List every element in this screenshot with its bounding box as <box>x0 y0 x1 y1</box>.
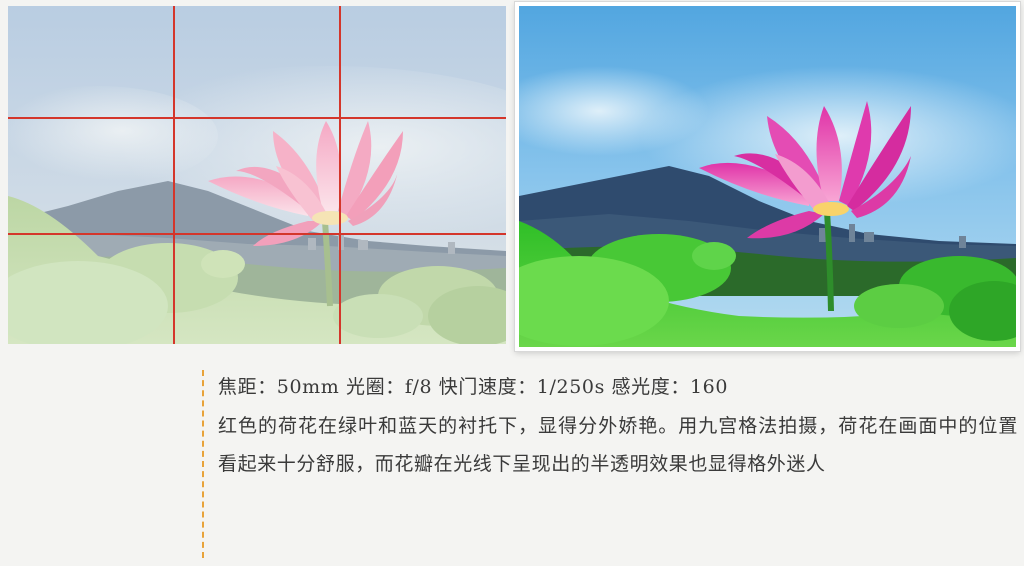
photo-with-grid <box>8 6 506 344</box>
camera-specs: 焦距：50mm 光圈：f/8 快门速度：1/250s 感光度：160 <box>218 376 729 398</box>
lotus-vivid-photo-image <box>519 6 1016 347</box>
page: 焦距：50mm 光圈：f/8 快门速度：1/250s 感光度：160 红色的荷花… <box>0 0 1024 566</box>
caption-text: 焦距：50mm 光圈：f/8 快门速度：1/250s 感光度：160 红色的荷花… <box>218 368 1018 484</box>
caption-description: 红色的荷花在绿叶和蓝天的衬托下，显得分外娇艳。用九宫格法拍摄，荷花在画面中的位置… <box>218 414 1018 476</box>
photo-vivid <box>515 2 1020 351</box>
lotus-grid-photo-image <box>8 6 506 344</box>
caption-accent-rule <box>202 370 204 558</box>
caption: 焦距：50mm 光圈：f/8 快门速度：1/250s 感光度：160 红色的荷花… <box>202 360 1017 560</box>
